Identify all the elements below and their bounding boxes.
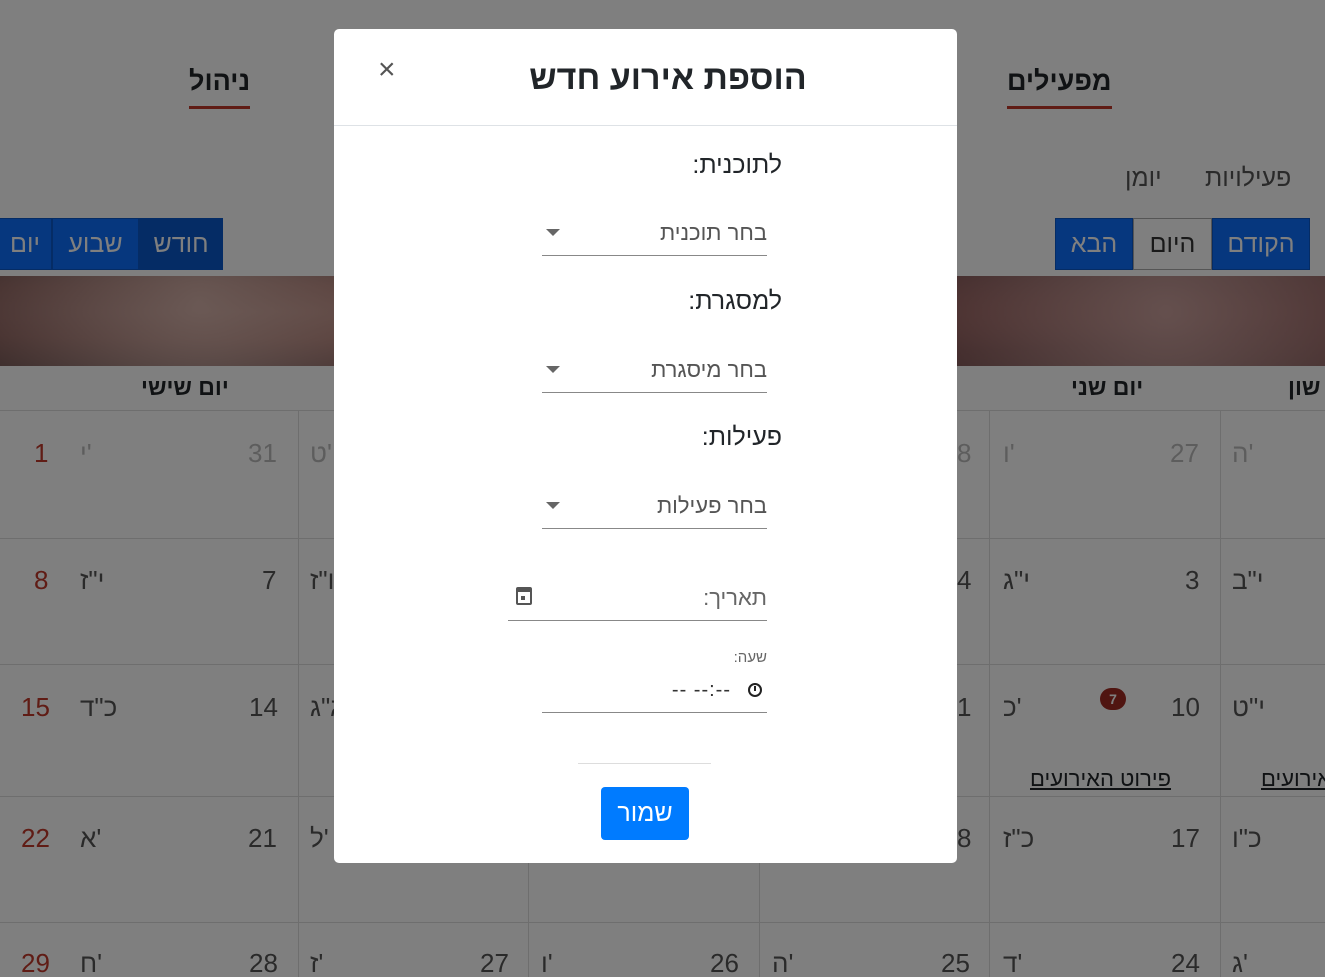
- framework-label: למסגרת:: [688, 287, 782, 315]
- divider: [578, 763, 711, 764]
- clock-icon[interactable]: [748, 683, 762, 697]
- time-label: שעה:: [733, 649, 767, 666]
- add-event-modal: הוספת אירוע חדש × לתוכנית: בחר תוכנית למ…: [334, 29, 957, 863]
- time-value: -- --:--: [671, 679, 731, 701]
- framework-select-value: בחר מיסגרת: [651, 357, 767, 382]
- calendar-icon[interactable]: [516, 587, 532, 605]
- chevron-down-icon: [546, 502, 560, 509]
- chevron-down-icon: [546, 229, 560, 236]
- date-placeholder: תאריך:: [703, 585, 767, 610]
- activities-select[interactable]: בחר פעילות: [542, 483, 767, 529]
- close-icon[interactable]: ×: [378, 55, 396, 85]
- activities-select-value: בחר פעילות: [656, 493, 767, 518]
- program-label: לתוכנית:: [692, 151, 782, 179]
- framework-select[interactable]: בחר מיסגרת: [542, 347, 767, 393]
- modal-title: הוספת אירוע חדש: [529, 59, 807, 97]
- modal-header: הוספת אירוע חדש ×: [334, 29, 957, 126]
- program-select[interactable]: בחר תוכנית: [542, 210, 767, 256]
- time-input[interactable]: -- --:--: [542, 671, 767, 713]
- chevron-down-icon: [546, 366, 560, 373]
- save-button[interactable]: שמור: [601, 787, 689, 840]
- date-input[interactable]: תאריך:: [508, 577, 767, 621]
- program-select-value: בחר תוכנית: [659, 220, 767, 245]
- activities-label: פעילות:: [701, 423, 782, 451]
